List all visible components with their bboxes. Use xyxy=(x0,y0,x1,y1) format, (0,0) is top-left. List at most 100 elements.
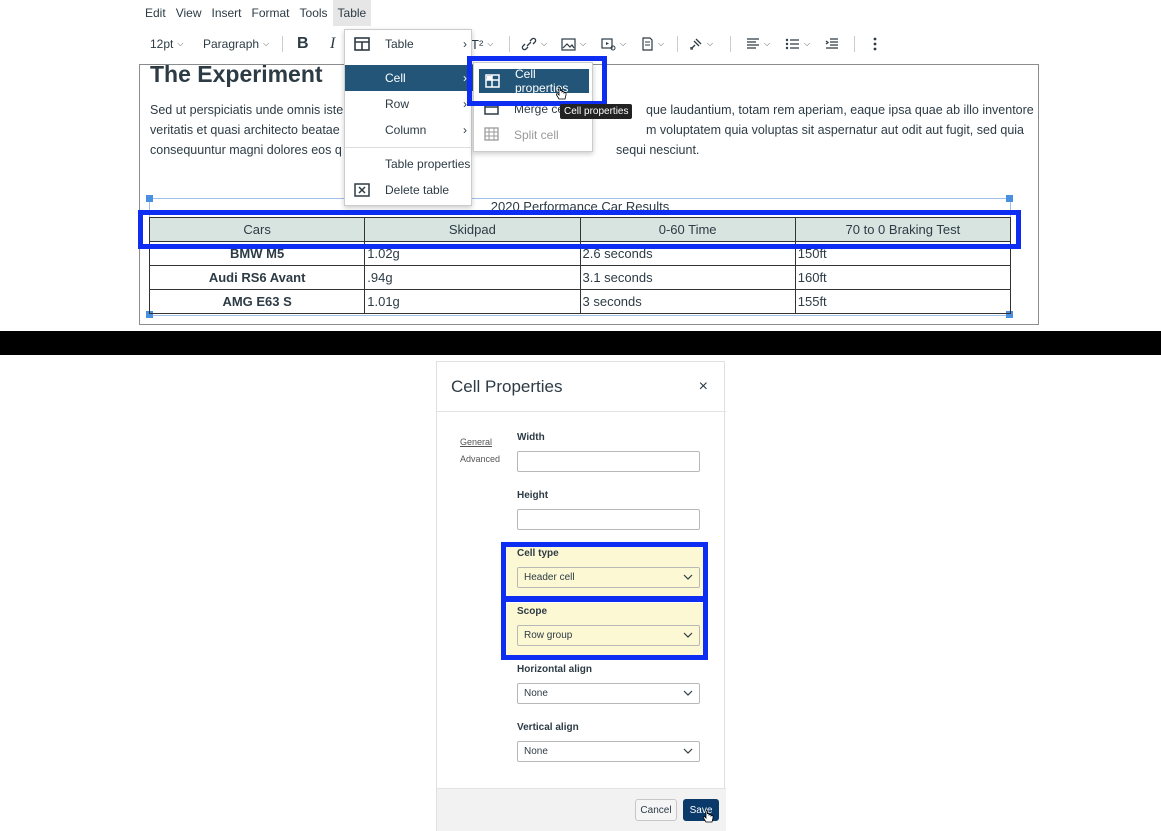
chevron-down-icon: ⌵ xyxy=(707,39,714,48)
table-icon xyxy=(354,37,370,54)
table-row[interactable]: BMW M5 1.02g 2.6 seconds 150ft xyxy=(148,241,1012,266)
toolbar-divider xyxy=(282,36,283,52)
table-cell[interactable]: AMG E63 S xyxy=(148,289,366,314)
font-size-select[interactable]: 12pt ⌵ xyxy=(150,30,183,58)
scope-value: Row group xyxy=(524,630,573,641)
bullet-list-icon xyxy=(785,38,799,50)
table-row[interactable]: Audi RS6 Avant .94g 3.1 seconds 160ft xyxy=(148,265,1012,290)
vertical-align-select[interactable]: None xyxy=(517,741,700,762)
horizontal-align-value: None xyxy=(524,688,548,699)
table-cell[interactable]: 1.01g xyxy=(364,289,581,314)
cell-properties-dialog: Cell Properties × General Advanced Width… xyxy=(436,361,726,831)
cancel-button[interactable]: Cancel xyxy=(635,799,677,821)
width-field[interactable] xyxy=(517,451,700,472)
menu-item-row[interactable]: Row › xyxy=(345,91,473,117)
page-heading: The Experiment xyxy=(150,64,323,87)
horizontal-align-label: Horizontal align xyxy=(517,664,592,675)
toolbar: 12pt ⌵ Paragraph ⌵ B I T² ⌵ ⌵ ⌵ ⌵ ⌵ ⌵ ⌵ … xyxy=(140,30,900,58)
block-format-select[interactable]: Paragraph ⌵ xyxy=(203,30,269,58)
menu-item-label: Split cell xyxy=(514,128,559,142)
table-row[interactable]: AMG E63 S 1.01g 3 seconds 155ft xyxy=(148,289,1012,314)
table-cell[interactable]: 2.6 seconds xyxy=(579,241,796,266)
chevron-down-icon xyxy=(683,574,693,580)
table-header-cell[interactable]: 0-60 Time xyxy=(579,217,796,242)
table-cell[interactable]: .94g xyxy=(364,265,581,290)
italic-button[interactable]: I xyxy=(330,30,335,58)
delete-table-icon xyxy=(354,183,370,200)
cell-type-value: Header cell xyxy=(524,572,575,583)
toolbar-divider xyxy=(854,36,855,52)
media-button[interactable]: ⌵ xyxy=(601,30,626,58)
superscript-button[interactable]: T² ⌵ xyxy=(471,30,493,58)
menu-item-cell[interactable]: Cell › xyxy=(345,65,473,91)
tooltip: Cell properties xyxy=(560,104,633,119)
media-icon xyxy=(601,37,616,50)
menu-item-table[interactable]: Table › xyxy=(345,31,473,57)
cell-type-select[interactable]: Header cell xyxy=(517,567,700,588)
chevron-right-icon: › xyxy=(463,97,467,111)
paragraph-line: que laudantium, totam rem aperiam, eaque… xyxy=(646,103,1034,117)
menu-item-label: Row xyxy=(385,97,410,111)
table-cell[interactable]: BMW M5 xyxy=(148,241,366,266)
table-caption: 2020 Performance Car Results xyxy=(490,199,670,214)
chevron-down-icon: ⌵ xyxy=(580,39,587,48)
close-icon[interactable]: × xyxy=(699,378,708,396)
car-results-table[interactable]: Cars Skidpad 0-60 Time 70 to 0 Braking T… xyxy=(148,217,1012,314)
document-button[interactable]: ⌵ xyxy=(641,30,664,58)
table-cell[interactable]: 160ft xyxy=(794,265,1012,290)
table-header-row[interactable]: Cars Skidpad 0-60 Time 70 to 0 Braking T… xyxy=(148,217,1012,242)
plug-icon xyxy=(690,38,702,50)
more-button[interactable] xyxy=(873,30,877,58)
indent-button[interactable] xyxy=(825,30,839,58)
split-cell-icon xyxy=(484,127,499,144)
menu-item-split-cell[interactable]: Split cell xyxy=(478,122,590,148)
menu-item-label: Table properties xyxy=(385,157,471,171)
menu-item-label: Cell properties xyxy=(515,67,569,95)
cell-properties-icon xyxy=(485,74,500,91)
list-button[interactable]: ⌵ xyxy=(785,30,810,58)
table-header-cell[interactable]: 70 to 0 Braking Test xyxy=(794,217,1012,242)
table-cell[interactable]: 1.02g xyxy=(364,241,581,266)
menu-edit[interactable]: Edit xyxy=(140,0,171,26)
link-icon xyxy=(521,37,537,51)
menu-item-delete-table[interactable]: Delete table xyxy=(345,177,473,203)
table-header-cell[interactable]: Skidpad xyxy=(364,217,581,242)
menu-item-cell-properties[interactable]: Cell properties xyxy=(478,67,590,95)
width-label: Width xyxy=(517,432,545,443)
chevron-down-icon: ⌵ xyxy=(804,39,811,48)
menu-insert[interactable]: Insert xyxy=(206,0,246,26)
table-header-cell[interactable]: Cars xyxy=(148,217,366,242)
menu-item-table-properties[interactable]: Table properties xyxy=(345,151,473,177)
table-cell[interactable]: 150ft xyxy=(794,241,1012,266)
horizontal-align-select[interactable]: None xyxy=(517,683,700,704)
table-cell[interactable]: Audi RS6 Avant xyxy=(148,265,366,290)
hand-cursor-icon xyxy=(703,810,714,823)
more-vertical-icon xyxy=(873,37,877,51)
align-button[interactable]: ⌵ xyxy=(746,30,770,58)
height-field[interactable] xyxy=(517,509,700,530)
scope-select[interactable]: Row group xyxy=(517,625,700,646)
height-label: Height xyxy=(517,490,549,501)
menu-item-column[interactable]: Column › xyxy=(345,117,473,143)
align-left-icon xyxy=(747,38,759,49)
image-button[interactable]: ⌵ xyxy=(561,30,586,58)
menu-view[interactable]: View xyxy=(171,0,207,26)
apps-button[interactable]: ⌵ xyxy=(689,30,713,58)
link-button[interactable]: ⌵ xyxy=(521,30,547,58)
menu-item-label: Cell xyxy=(385,71,406,85)
table-cell[interactable]: 155ft xyxy=(794,289,1012,314)
tab-general[interactable]: General xyxy=(460,437,492,447)
table-cell[interactable]: 3.1 seconds xyxy=(579,265,796,290)
dialog-footer: Cancel Save xyxy=(437,788,726,831)
table-cell[interactable]: 3 seconds xyxy=(579,289,796,314)
menu-tools[interactable]: Tools xyxy=(295,0,333,26)
menu-format[interactable]: Format xyxy=(247,0,295,26)
tab-advanced[interactable]: Advanced xyxy=(460,454,500,464)
bold-button[interactable]: B xyxy=(297,30,309,58)
chevron-down-icon: ⌵ xyxy=(541,39,548,48)
menu-divider xyxy=(345,147,473,148)
menu-item-label: Column xyxy=(385,123,427,137)
menu-table[interactable]: Table xyxy=(332,0,372,26)
chevron-down-icon: ⌵ xyxy=(177,39,184,48)
chevron-down-icon: ⌵ xyxy=(764,39,771,48)
